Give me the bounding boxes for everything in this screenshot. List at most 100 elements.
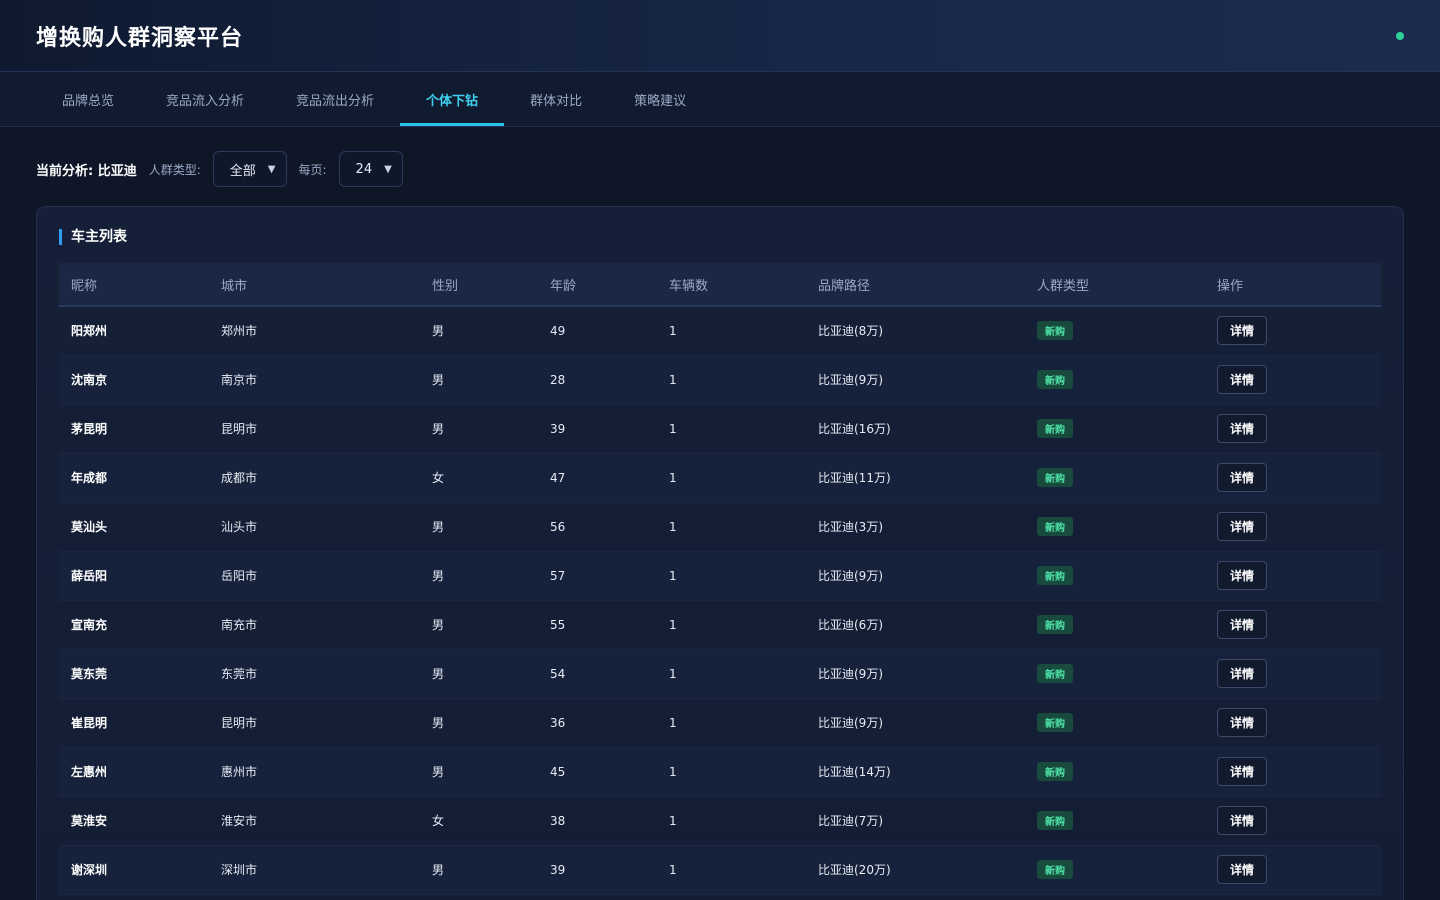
table-row: 谢深圳 深圳市男 39 1 比亚迪(20万) 新购 详情 — [59, 845, 1381, 895]
cell-gender: 男 — [420, 845, 538, 895]
cell-city: 淮安市 — [209, 796, 420, 846]
cell-crowd-type: 新购 — [1025, 649, 1205, 699]
tab-competitor-outflow[interactable]: 竞品流出分析 — [270, 72, 400, 126]
col-gender: 性别 — [420, 263, 538, 307]
cell-car-count: 1 — [657, 845, 806, 895]
cell-nickname: 宣南充 — [59, 600, 209, 650]
cell-age: 28 — [538, 355, 657, 405]
col-city: 城市 — [209, 263, 420, 307]
detail-button[interactable]: 详情 — [1217, 610, 1268, 639]
cell-gender: 女 — [420, 796, 538, 846]
detail-button[interactable]: 详情 — [1217, 463, 1268, 492]
cell-action: 详情 — [1205, 845, 1381, 895]
cell-action: 详情 — [1205, 502, 1381, 552]
detail-button[interactable]: 详情 — [1217, 757, 1268, 786]
crowd-type-badge: 新购 — [1037, 468, 1073, 487]
cell-gender: 女 — [420, 453, 538, 503]
cell-gender: 男 — [420, 698, 538, 748]
tab-group-compare[interactable]: 群体对比 — [504, 72, 608, 126]
crowd-type-badge: 新购 — [1037, 762, 1073, 781]
cell-action: 详情 — [1205, 355, 1381, 405]
table-header-row: 昵称 城市 性别 年龄 车辆数 品牌路径 人群类型 操作 — [59, 263, 1381, 307]
tab-competitor-inflow[interactable]: 竞品流入分析 — [140, 72, 270, 126]
detail-button[interactable]: 详情 — [1217, 806, 1268, 835]
cell-car-count: 1 — [657, 600, 806, 650]
cell-city: 南充市 — [209, 600, 420, 650]
col-car-count: 车辆数 — [657, 263, 806, 307]
cell-city: 惠州市 — [209, 747, 420, 797]
tab-strategy[interactable]: 策略建议 — [608, 72, 712, 126]
table-row: 左惠州 惠州市男 45 1 比亚迪(14万) 新购 详情 — [59, 747, 1381, 797]
cell-city: 东莞市 — [209, 649, 420, 699]
page-size-label: 每页: — [298, 162, 327, 177]
crowd-type-badge: 新购 — [1037, 664, 1073, 683]
detail-button[interactable]: 详情 — [1217, 414, 1268, 443]
cell-action: 详情 — [1205, 600, 1381, 650]
cell-age: 39 — [538, 845, 657, 895]
cell-car-count: 1 — [657, 404, 806, 454]
cell-nickname: 莫汕头 — [59, 502, 209, 552]
cell-age: 39 — [538, 404, 657, 454]
cell-age: 56 — [538, 502, 657, 552]
cell-action: 详情 — [1205, 306, 1381, 356]
cell-crowd-type: 新购 — [1025, 355, 1205, 405]
card-title: 车主列表 — [59, 229, 1381, 245]
cell-car-count: 1 — [657, 306, 806, 356]
app-header: 增换购人群洞察平台 — [0, 0, 1440, 72]
detail-button[interactable]: 详情 — [1217, 512, 1268, 541]
cell-city: 成都市 — [209, 453, 420, 503]
cell-action: 详情 — [1205, 453, 1381, 503]
detail-button[interactable]: 详情 — [1217, 561, 1268, 590]
cell-gender: 男 — [420, 551, 538, 601]
cell-action: 详情 — [1205, 698, 1381, 748]
crowd-type-badge: 新购 — [1037, 860, 1073, 879]
detail-button[interactable]: 详情 — [1217, 855, 1268, 884]
cell-brand-path: 比亚迪(14万) — [806, 747, 1025, 797]
cell-crowd-type: 新购 — [1025, 453, 1205, 503]
cell-age: 45 — [538, 747, 657, 797]
crowd-type-select[interactable]: 全部 ▼ — [212, 151, 287, 187]
crowd-type-label: 人群类型: — [148, 162, 201, 177]
cell-car-count: 1 — [657, 649, 806, 699]
cell-brand-path: 比亚迪(6万) — [806, 600, 1025, 650]
cell-action: 详情 — [1205, 649, 1381, 699]
cell-crowd-type: 新购 — [1025, 698, 1205, 748]
col-nickname: 昵称 — [59, 263, 209, 307]
cell-action: 详情 — [1205, 404, 1381, 454]
cell-nickname: 崔昆明 — [59, 698, 209, 748]
cell-age: 49 — [538, 306, 657, 356]
main-content: 当前分析: 比亚迪 人群类型: 全部 ▼ 每页: 24 ▼ 车主列表 昵称 城市… — [0, 127, 1440, 900]
cell-crowd-type: 新购 — [1025, 551, 1205, 601]
tab-brand-overview[interactable]: 品牌总览 — [36, 72, 140, 126]
detail-button[interactable]: 详情 — [1217, 316, 1268, 346]
cell-car-count: 1 — [657, 502, 806, 552]
table-row: 茅昆明 昆明市男 39 1 比亚迪(16万) 新购 详情 — [59, 404, 1381, 454]
owner-list-card: 车主列表 昵称 城市 性别 年龄 车辆数 品牌路径 人群类型 操作 阳郑州 郑州市… — [36, 206, 1404, 900]
detail-button[interactable]: 详情 — [1217, 708, 1268, 737]
page-size-select[interactable]: 24 ▼ — [338, 151, 403, 187]
detail-button[interactable]: 详情 — [1217, 659, 1268, 688]
cell-brand-path: 比亚迪(9万) — [806, 649, 1025, 699]
cell-crowd-type: 新购 — [1025, 845, 1205, 895]
cell-gender: 男 — [420, 355, 538, 405]
cell-crowd-type: 新购 — [1025, 796, 1205, 846]
owner-table: 昵称 城市 性别 年龄 车辆数 品牌路径 人群类型 操作 阳郑州 郑州市男 49 1 比… — [59, 263, 1381, 895]
cell-city: 汕头市 — [209, 502, 420, 552]
tab-individual-drilldown[interactable]: 个体下钻 — [400, 72, 505, 126]
cell-action: 详情 — [1205, 747, 1381, 797]
cell-city: 昆明市 — [209, 404, 420, 454]
cell-city: 昆明市 — [209, 698, 420, 748]
chevron-down-icon: ▼ — [267, 163, 276, 175]
table-row: 沈南京 南京市男 28 1 比亚迪(9万) 新购 详情 — [59, 355, 1381, 405]
detail-button[interactable]: 详情 — [1217, 365, 1268, 394]
cell-nickname: 年成都 — [59, 453, 209, 503]
cell-gender: 男 — [420, 649, 538, 699]
cell-city: 郑州市 — [209, 306, 420, 356]
col-action: 操作 — [1205, 263, 1381, 307]
cell-age: 54 — [538, 649, 657, 699]
table-row: 宣南充 南充市男 55 1 比亚迪(6万) 新购 详情 — [59, 600, 1381, 650]
cell-nickname: 茅昆明 — [59, 404, 209, 454]
cell-brand-path: 比亚迪(16万) — [806, 404, 1025, 454]
cell-gender: 男 — [420, 502, 538, 552]
cell-crowd-type: 新购 — [1025, 306, 1205, 356]
